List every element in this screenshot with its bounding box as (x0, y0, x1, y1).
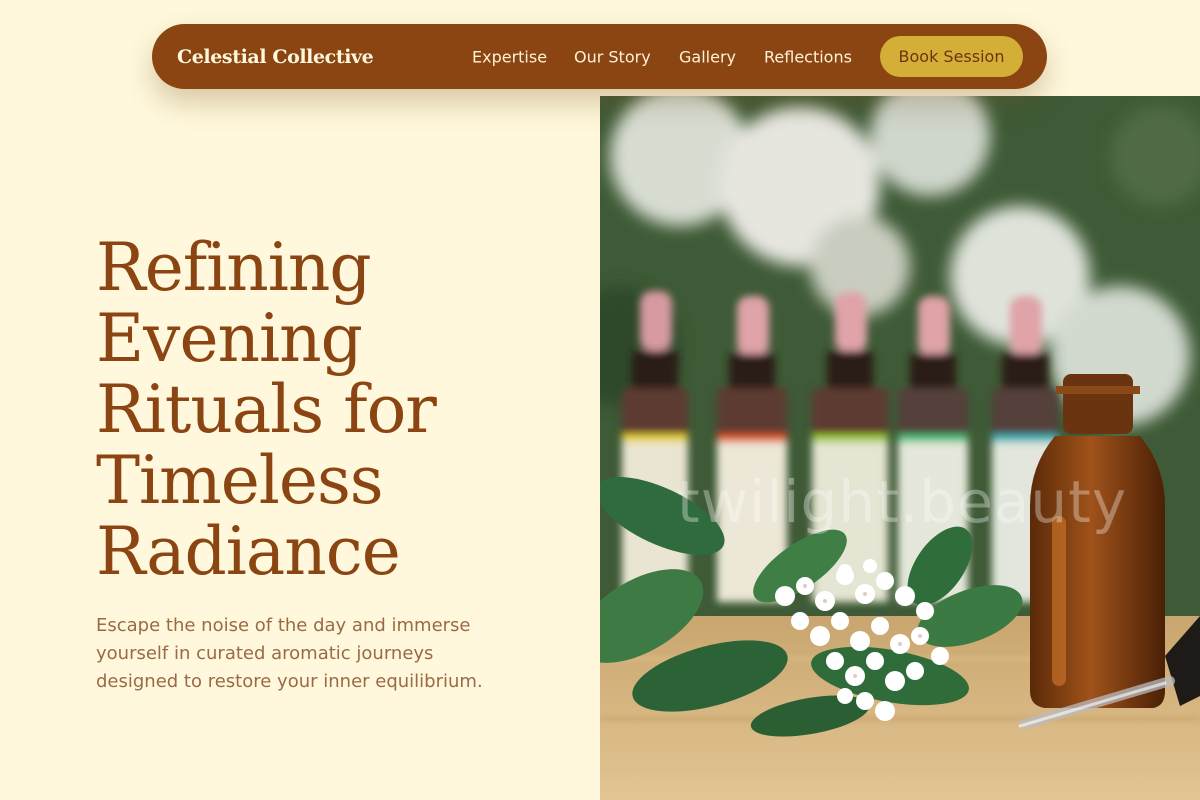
nav-link-our-story[interactable]: Our Story (574, 47, 651, 66)
image-watermark: twilight.beauty (677, 468, 1128, 536)
hero-image: twilight.beauty (600, 96, 1200, 800)
brand-logo[interactable]: Celestial Collective (177, 46, 374, 68)
nav-link-expertise[interactable]: Expertise (472, 47, 547, 66)
top-navigation: Celestial Collective Expertise Our Story… (152, 24, 1047, 89)
hero-subtitle: Escape the noise of the day and immerse … (96, 615, 483, 692)
book-session-button[interactable]: Book Session (880, 36, 1023, 77)
hero-headline: Refining Evening Rituals for Timeless Ra… (96, 229, 437, 590)
nav-link-reflections[interactable]: Reflections (764, 47, 852, 66)
nav-link-gallery[interactable]: Gallery (679, 47, 736, 66)
